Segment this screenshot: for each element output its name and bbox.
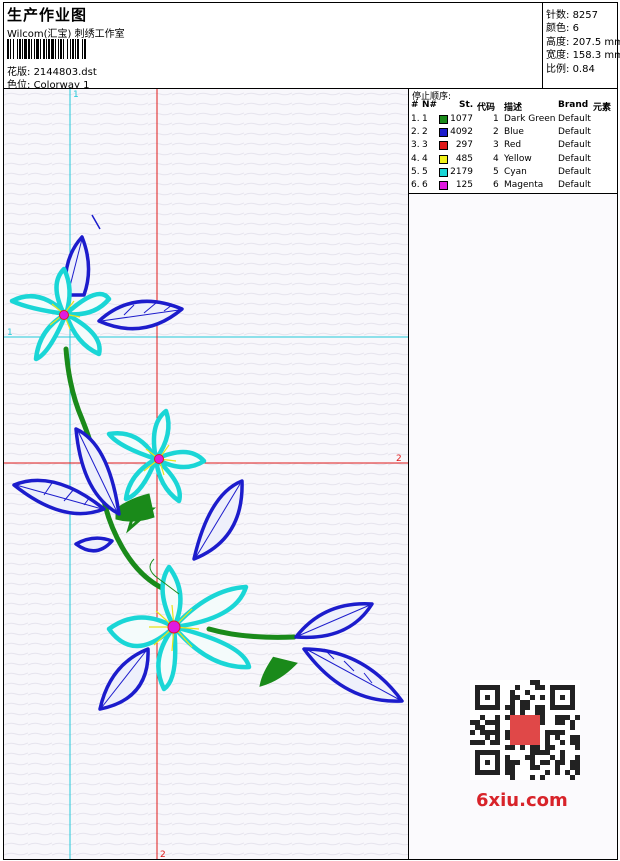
seal-icon — [510, 715, 540, 745]
row-code: 4 — [493, 153, 499, 164]
company-name: Wilcom(汇宝) 刺绣工作室 — [7, 29, 125, 40]
color-swatch — [439, 181, 448, 190]
qr-code — [470, 680, 580, 780]
row-needle: 2 — [422, 127, 428, 138]
guide-label-red-v: 2 — [160, 850, 166, 859]
color-swatch — [439, 154, 448, 164]
row-brand: Default — [558, 166, 591, 177]
col-code: 代码 — [477, 103, 496, 113]
row-code: 2 — [493, 127, 499, 138]
col-stitches: St. — [459, 100, 474, 110]
row-stitches: 485 — [455, 153, 473, 164]
stat-colors: 颜色: 6 — [546, 23, 579, 34]
row-stitches: 4092 — [450, 127, 473, 138]
col-element: 元素 — [593, 103, 612, 113]
color-sequence-table: 停止顺序: # N# St. 代码 描述 Brand 元素 1. 1 1077 1 Da… — [408, 88, 618, 194]
header-panel: 生产作业图 Wilcom(汇宝) 刺绣工作室 花版: 2144803.dst 色… — [3, 2, 620, 91]
row-code: 3 — [493, 140, 499, 151]
row-description: Blue — [504, 127, 524, 138]
row-index: 3. — [411, 140, 420, 151]
row-stitches: 125 — [455, 180, 473, 190]
row-brand: Default — [558, 140, 591, 151]
row-code: 1 — [493, 114, 499, 124]
color-swatch — [439, 128, 448, 138]
row-needle: 3 — [422, 140, 428, 151]
table-row: 5. 5 2179 5 Cyan Default — [409, 167, 619, 180]
row-description: Dark Green — [504, 114, 556, 124]
row-needle: 5 — [422, 166, 428, 177]
col-index: # — [411, 100, 419, 110]
row-needle: 1 — [422, 114, 428, 124]
guide-label-cyan-v: 1 — [73, 90, 79, 100]
row-code: 5 — [493, 166, 499, 177]
header-info: 生产作业图 Wilcom(汇宝) 刺绣工作室 花版: 2144803.dst 色… — [4, 3, 541, 91]
row-needle: 6 — [422, 180, 428, 190]
row-brand: Default — [558, 153, 591, 164]
qr-code-icon — [470, 680, 580, 780]
col-needle: N# — [422, 100, 438, 110]
table-row: 6. 6 125 6 Magenta Default — [409, 180, 619, 193]
barcode-icon — [7, 39, 86, 59]
row-description: Magenta — [504, 180, 544, 190]
row-index: 5. — [411, 166, 420, 177]
table-row: 3. 3 297 3 Red Default — [409, 140, 619, 153]
row-stitches: 297 — [455, 140, 473, 151]
table-row: 1. 1 1077 1 Dark Green Default — [409, 114, 619, 127]
page-title: 生产作业图 — [7, 6, 88, 24]
guide-label-red-h: 2 — [396, 454, 402, 464]
embroidery-preview: 1 1 2 2 — [4, 89, 408, 859]
color-swatch — [439, 141, 448, 151]
row-index: 6. — [411, 180, 420, 190]
row-brand: Default — [558, 127, 591, 138]
col-brand: Brand — [558, 100, 589, 110]
row-stitches: 1077 — [450, 114, 473, 124]
stat-width: 宽度: 158.3 mm — [546, 50, 620, 61]
row-brand: Default — [558, 114, 591, 124]
col-description: 描述 — [504, 103, 523, 113]
row-index: 1. — [411, 114, 420, 124]
design-canvas[interactable]: 1 1 2 2 — [3, 88, 409, 860]
table-row: 4. 4 485 4 Yellow Default — [409, 154, 619, 167]
row-index: 2. — [411, 127, 420, 138]
row-description: Cyan — [504, 166, 527, 177]
watermark-logo: 6xiu.com — [476, 790, 568, 811]
color-swatch — [439, 115, 448, 124]
stat-scale: 比例: 0.84 — [546, 64, 595, 75]
row-needle: 4 — [422, 153, 428, 164]
row-stitches: 2179 — [450, 166, 473, 177]
stats-panel: 针数: 8257 颜色: 6 高度: 207.5 mm 宽度: 158.3 mm… — [542, 3, 620, 88]
worksheet: 生产作业图 Wilcom(汇宝) 刺绣工作室 花版: 2144803.dst 色… — [0, 0, 620, 861]
row-code: 6 — [493, 180, 499, 190]
row-index: 4. — [411, 153, 420, 164]
row-description: Yellow — [504, 153, 532, 164]
color-swatch — [439, 167, 448, 177]
table-row: 2. 2 4092 2 Blue Default — [409, 127, 619, 140]
row-brand: Default — [558, 180, 591, 190]
guide-label-cyan-h: 1 — [7, 328, 13, 338]
row-description: Red — [504, 140, 522, 151]
